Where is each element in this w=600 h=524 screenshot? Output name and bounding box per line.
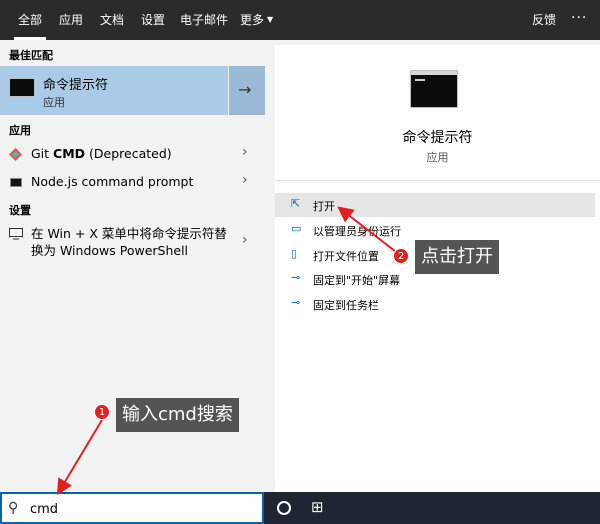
chevron-right-icon[interactable]: › — [242, 232, 248, 248]
console-icon — [10, 178, 22, 187]
chevron-right-icon[interactable]: › — [242, 144, 248, 160]
divider — [275, 180, 600, 181]
search-input[interactable] — [30, 499, 250, 519]
list-item-git-cmd[interactable]: Git CMD (Deprecated) › — [0, 140, 265, 167]
tab-more[interactable]: 更多 — [240, 0, 264, 40]
action-pin-to-taskbar[interactable]: ⊸ 固定到任务栏 — [275, 292, 595, 316]
taskbar: ⚲ ⊞ — [0, 492, 600, 524]
monitor-icon — [9, 228, 23, 240]
best-match-item[interactable]: 命令提示符 应用 → — [0, 66, 265, 115]
pin-icon: ⊸ — [291, 296, 301, 309]
tab-apps[interactable]: 应用 — [59, 0, 83, 40]
list-item-label: Node.js command prompt — [31, 174, 194, 189]
list-item-label: Git CMD (Deprecated) — [31, 146, 172, 161]
action-label: 固定到"开始"屏幕 — [313, 274, 401, 287]
step1-badge: 1 — [94, 404, 110, 420]
chevron-down-icon: ▼ — [267, 15, 274, 24]
file-location-icon: ▯ — [291, 247, 298, 260]
action-open[interactable]: ⇱ 打开 — [275, 193, 595, 217]
action-label: 打开文件位置 — [313, 250, 379, 263]
step2-badge: 2 — [393, 248, 409, 264]
cortana-icon[interactable] — [277, 501, 291, 515]
list-item-winx-setting[interactable]: 在 Win + X 菜单中将命令提示符替 换为 Windows PowerShe… — [0, 222, 265, 262]
top-nav: 全部 应用 文档 设置 电子邮件 更多 ▼ 反馈 ··· — [0, 0, 600, 40]
settings-heading: 设置 — [9, 204, 31, 217]
chevron-right-icon[interactable]: › — [242, 172, 248, 188]
step1-callout: 输入cmd搜索 — [116, 398, 239, 432]
preview-title: 命令提示符 — [402, 130, 473, 146]
arrow-right-icon: → — [238, 80, 252, 99]
step2-callout: 点击打开 — [415, 240, 499, 274]
task-view-icon[interactable]: ⊞ — [311, 498, 324, 516]
action-run-as-admin[interactable]: ▭ 以管理员身份运行 — [275, 218, 595, 242]
preview-subtitle: 应用 — [426, 151, 449, 164]
command-prompt-icon — [410, 70, 458, 108]
search-box[interactable]: ⚲ — [0, 492, 264, 524]
expand-button[interactable]: → — [228, 66, 265, 115]
action-label: 打开 — [313, 200, 335, 213]
action-label: 固定到任务栏 — [313, 299, 379, 312]
apps-heading: 应用 — [9, 124, 31, 137]
action-label: 以管理员身份运行 — [313, 225, 401, 238]
open-icon: ⇱ — [291, 197, 301, 210]
git-icon — [9, 148, 22, 161]
list-item-nodejs[interactable]: Node.js command prompt › — [0, 168, 265, 195]
best-match-title: 命令提示符 — [43, 78, 109, 93]
admin-shield-icon: ▭ — [291, 222, 302, 235]
more-options-icon[interactable]: ··· — [571, 0, 587, 40]
best-match-subtitle: 应用 — [43, 96, 65, 109]
search-icon: ⚲ — [8, 500, 19, 516]
list-item-label: 在 Win + X 菜单中将命令提示符替 换为 Windows PowerShe… — [31, 226, 227, 258]
best-match-heading: 最佳匹配 — [9, 49, 53, 62]
tab-all[interactable]: 全部 — [13, 0, 47, 40]
command-prompt-icon — [9, 78, 35, 97]
tab-email[interactable]: 电子邮件 — [180, 0, 228, 40]
tab-settings[interactable]: 设置 — [141, 0, 165, 40]
tab-documents[interactable]: 文档 — [100, 0, 124, 40]
feedback-button[interactable]: 反馈 — [532, 0, 556, 40]
pin-icon: ⊸ — [291, 271, 301, 284]
